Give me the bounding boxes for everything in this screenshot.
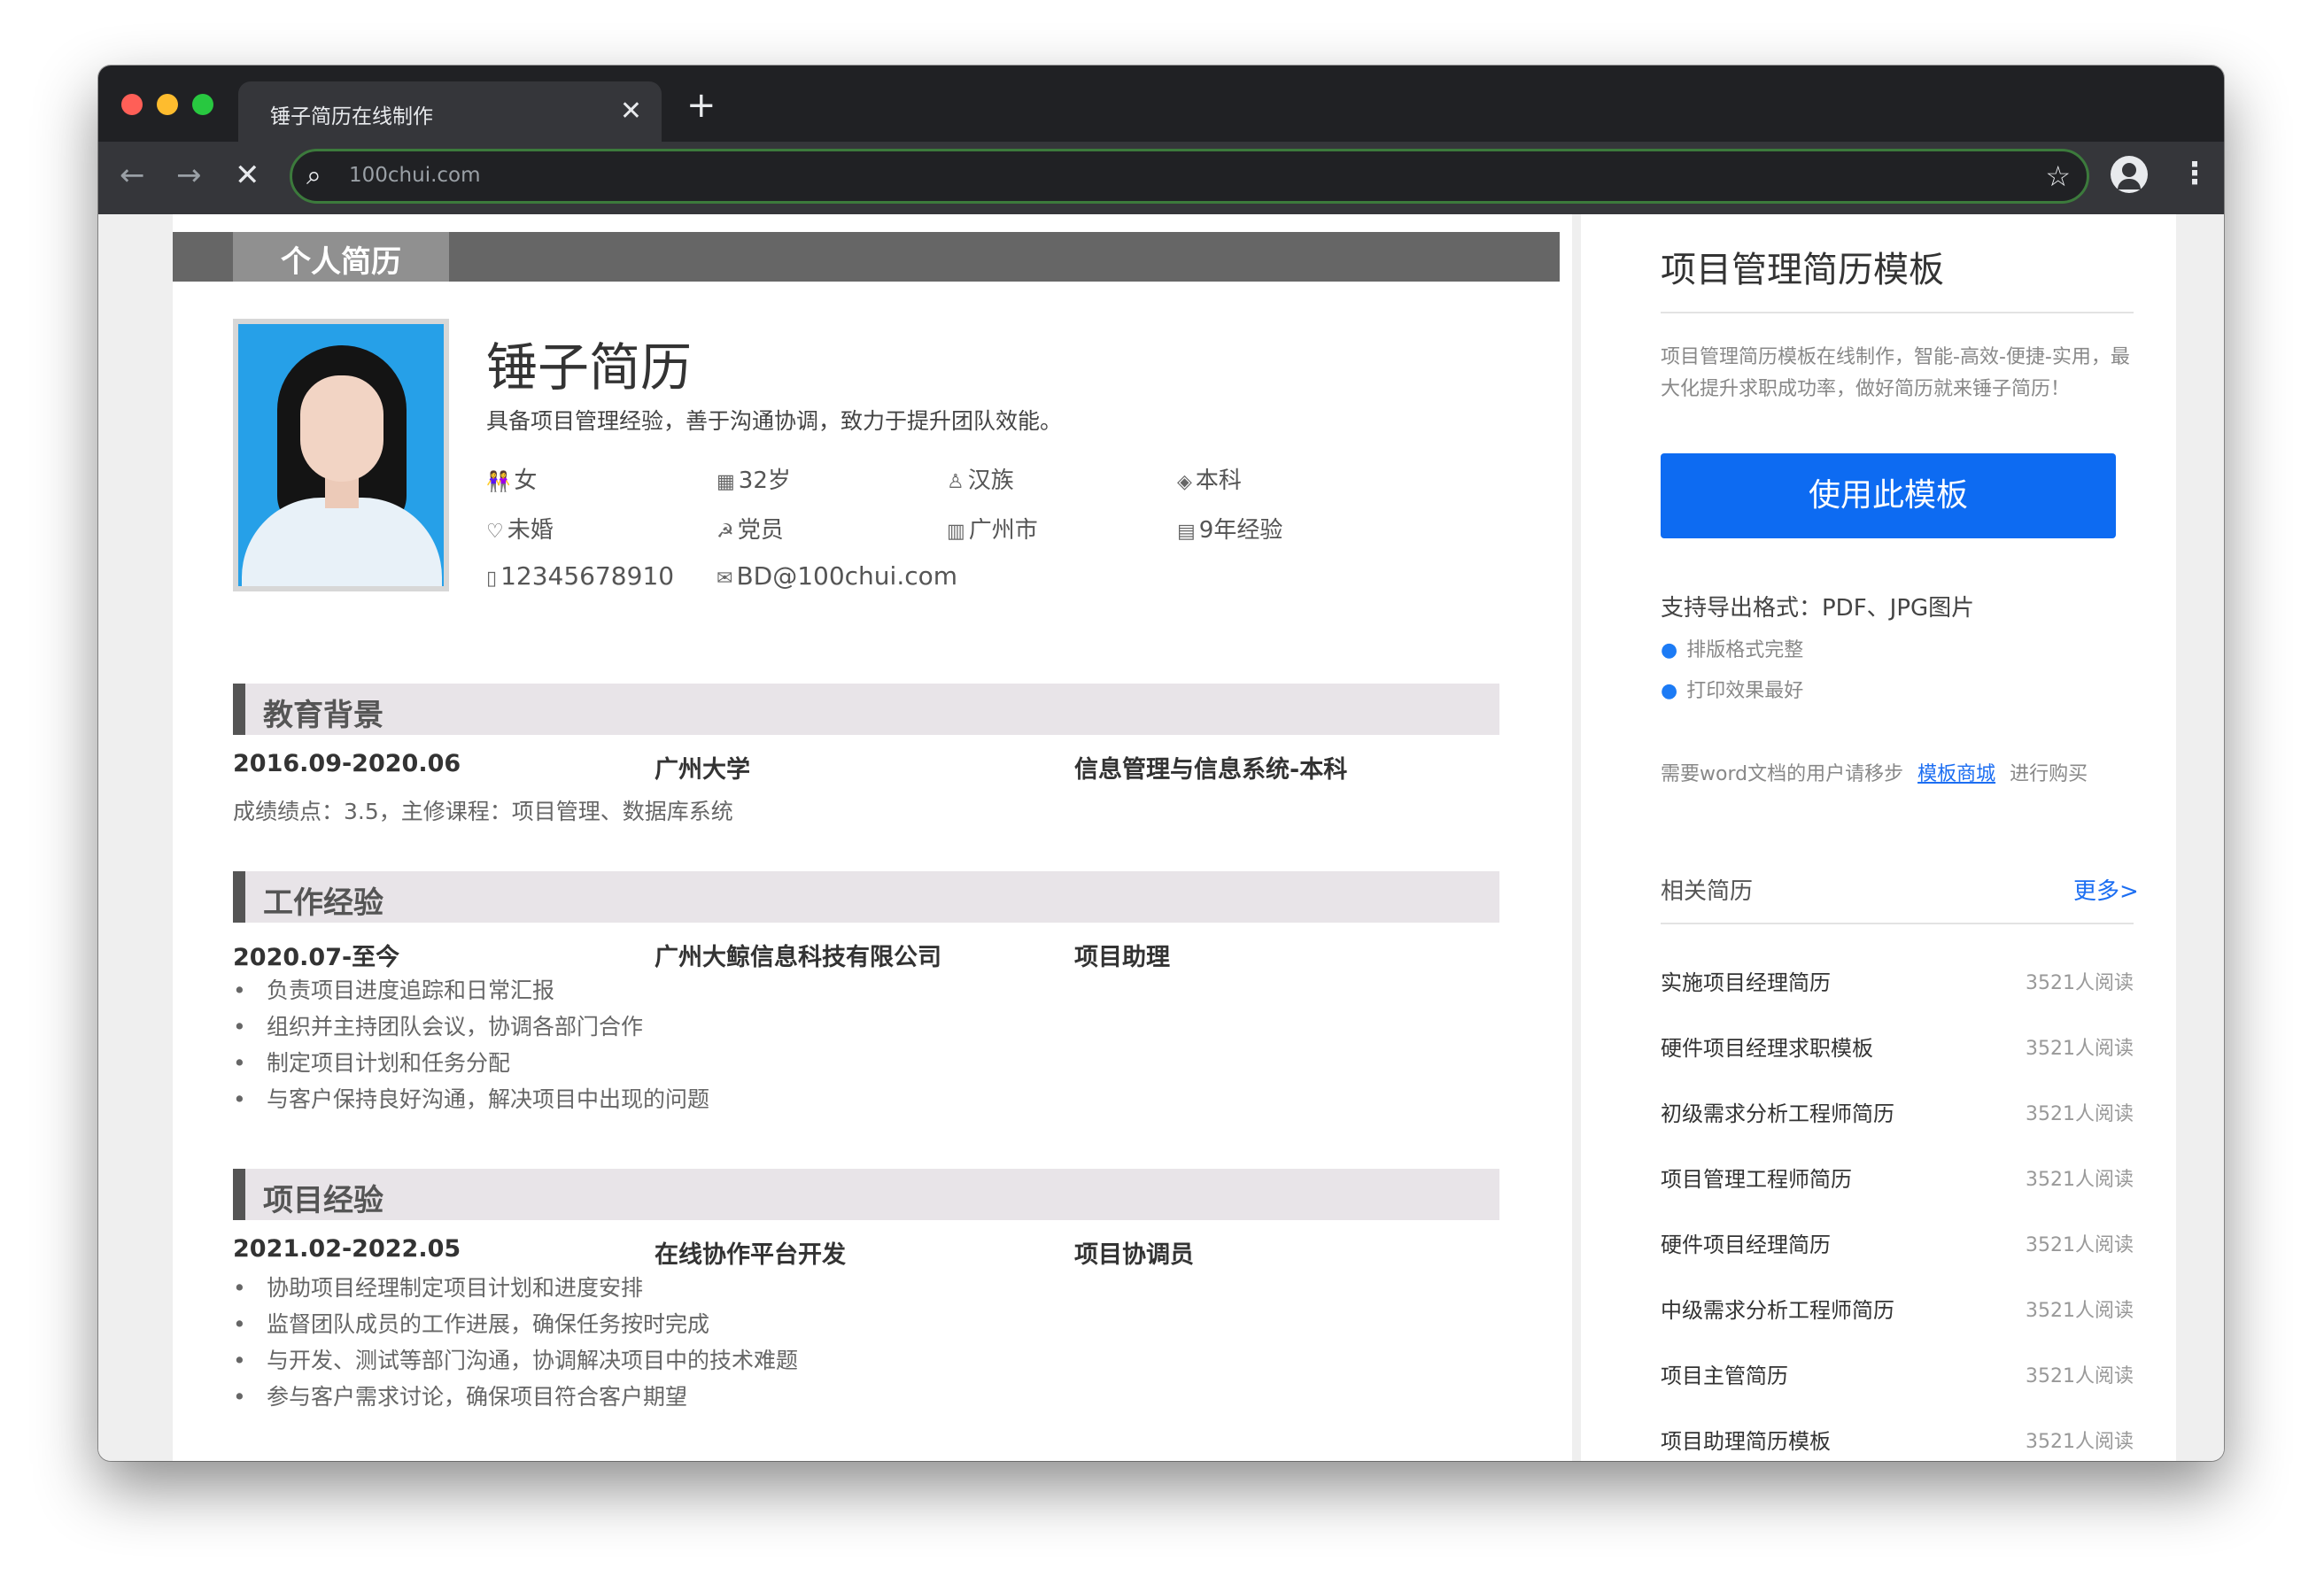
info-marital: ♡ 未婚 [486, 517, 554, 544]
education-major: 信息管理与信息系统-本科 [1074, 756, 1348, 784]
project-name: 在线协作平台开发 [655, 1241, 846, 1269]
list-item: 与开发、测试等部门沟通，协调解决项目中的技术难题 [233, 1342, 798, 1379]
info-experience: ▤ 9年经验 [1177, 517, 1283, 544]
list-item: 监督团队成员的工作进展，确保任务按时完成 [233, 1306, 798, 1342]
education-school: 广州大学 [655, 756, 750, 784]
project-section-header: 项目经验 [233, 1169, 1499, 1220]
search-icon: ⌕ [306, 160, 321, 191]
bullet-dot-icon: ● [1661, 639, 1678, 661]
mail-icon: ✉ [717, 568, 733, 590]
education-section-header: 教育背景 [233, 684, 1499, 735]
related-item[interactable]: 项目主管简历 3521人阅读 [1661, 1355, 2134, 1390]
tab-title: 锤子简历在线制作 [270, 105, 433, 128]
work-section-header: 工作经验 [233, 871, 1499, 923]
phone-icon: ▯ [486, 568, 498, 590]
template-store-link[interactable]: 模板商城 [1917, 763, 1995, 785]
divider [1661, 312, 2134, 313]
info-ethnicity: ♙ 汉族 [947, 468, 1014, 494]
stop-loading-icon[interactable]: ✕ [235, 156, 260, 195]
profile-avatar-icon[interactable] [2111, 156, 2148, 193]
info-city: ▥ 广州市 [947, 517, 1038, 544]
related-item[interactable]: 硬件项目经理求职模板 3521人阅读 [1661, 1027, 2134, 1063]
tab-bar: 锤子简历在线制作 ✕ + [98, 66, 2224, 142]
minimize-window-button[interactable] [157, 94, 178, 115]
education-detail: 成绩绩点：3.5，主修课程：项目管理、数据库系统 [233, 799, 733, 824]
related-item[interactable]: 项目管理工程师简历 3521人阅读 [1661, 1158, 2134, 1194]
work-company: 广州大鲸信息科技有限公司 [655, 944, 941, 971]
list-item: 组织并主持团队会议，协调各部门合作 [233, 1009, 709, 1045]
project-role: 项目协调员 [1074, 1241, 1194, 1269]
divider [1661, 923, 2134, 924]
browser-menu-icon[interactable]: ⋮ [2180, 154, 2210, 193]
work-bullets: 负责项目进度追踪和日常汇报 组织并主持团队会议，协调各部门合作 制定项目计划和任… [233, 972, 709, 1117]
info-phone: ▯ 12345678910 [486, 561, 675, 591]
project-title: 项目经验 [263, 1183, 383, 1218]
related-item[interactable]: 硬件项目经理简历 3521人阅读 [1661, 1224, 2134, 1259]
related-item[interactable]: 初级需求分析工程师简历 3521人阅读 [1661, 1093, 2134, 1128]
party-emblem-icon: ☭ [717, 521, 734, 543]
browser-window: 锤子简历在线制作 ✕ + ← → ✕ ⌕ 100chui.com ☆ ⋮ 个人简… [98, 66, 2224, 1461]
more-link[interactable]: 更多> [2073, 873, 2139, 906]
related-item[interactable]: 实施项目经理简历 3521人阅读 [1661, 962, 2134, 997]
list-item: 与客户保持良好沟通，解决项目中出现的问题 [233, 1081, 709, 1117]
document-icon: ▤ [1177, 521, 1196, 543]
project-bullets: 协助项目经理制定项目计划和进度安排 监督团队成员的工作进展，确保任务按时完成 与… [233, 1270, 798, 1415]
template-title: 项目管理简历模板 [1661, 250, 1944, 290]
info-degree: ◈ 本科 [1177, 468, 1242, 494]
word-note: 需要word文档的用户请移步 模板商城 进行购买 [1661, 763, 2088, 785]
use-template-button[interactable]: 使用此模板 [1661, 453, 2116, 538]
profile-photo [233, 319, 449, 591]
resume-paper: 个人简历 锤子简历 具备项目管理经验，善于沟通协调，致力于提升团队效能。 👭 女 … [173, 214, 1572, 1461]
export-formats: 支持导出格式：PDF、JPG图片 [1661, 595, 1975, 622]
browser-tab[interactable]: 锤子简历在线制作 ✕ [238, 81, 662, 142]
related-item[interactable]: 项目助理简历模板 3521人阅读 [1661, 1420, 2134, 1456]
info-email: ✉ BD@100chui.com [717, 561, 958, 591]
resume-header-tab: 个人简历 [233, 232, 449, 282]
list-item: 制定项目计划和任务分配 [233, 1045, 709, 1081]
education-title: 教育背景 [263, 698, 383, 733]
browser-toolbar: ← → ✕ ⌕ 100chui.com ☆ ⋮ [98, 142, 2224, 214]
template-description: 项目管理简历模板在线制作，智能-高效-便捷-实用，最大化提升求职成功率，做好简历… [1661, 346, 2130, 400]
feature-item: ● 打印效果最好 [1661, 680, 1804, 702]
info-gender: 👭 女 [486, 468, 538, 494]
maximize-window-button[interactable] [192, 94, 213, 115]
list-item: 协助项目经理制定项目计划和进度安排 [233, 1270, 798, 1306]
feature-item: ● 排版格式完整 [1661, 639, 1804, 661]
work-title: 工作经验 [263, 885, 383, 921]
graduation-cap-icon: ◈ [1177, 471, 1192, 493]
work-role: 项目助理 [1074, 944, 1170, 971]
url-text[interactable]: 100chui.com [349, 164, 481, 187]
related-item[interactable]: 中级需求分析工程师简历 3521人阅读 [1661, 1289, 2134, 1325]
address-bar[interactable]: ⌕ 100chui.com ☆ [290, 149, 2089, 204]
heart-icon: ♡ [486, 521, 504, 543]
resume-header-title: 个人简历 [281, 244, 401, 280]
education-period: 2016.09-2020.06 [233, 750, 461, 777]
bookmark-star-icon[interactable]: ☆ [2045, 158, 2071, 194]
info-politics: ☭ 党员 [717, 517, 784, 544]
building-icon: ▥ [947, 521, 965, 543]
work-period: 2020.07-至今 [233, 944, 400, 971]
page-viewport: 个人简历 锤子简历 具备项目管理经验，善于沟通协调，致力于提升团队效能。 👭 女 … [98, 214, 2224, 1461]
list-item: 参与客户需求讨论，确保项目符合客户期望 [233, 1379, 798, 1415]
close-window-button[interactable] [121, 94, 143, 115]
back-arrow-icon[interactable]: ← [120, 156, 145, 195]
related-title: 相关简历 [1661, 878, 1754, 905]
people-icon: ♙ [947, 471, 964, 493]
project-period: 2021.02-2022.05 [233, 1235, 461, 1263]
new-tab-button[interactable]: + [686, 85, 717, 126]
forward-arrow-icon[interactable]: → [176, 156, 202, 195]
gender-icon: 👭 [486, 471, 511, 493]
candidate-intro: 具备项目管理经验，善于沟通协调，致力于提升团队效能。 [486, 408, 1063, 434]
info-age: ▦ 32岁 [717, 468, 791, 494]
bullet-dot-icon: ● [1661, 680, 1678, 702]
list-item: 负责项目进度追踪和日常汇报 [233, 972, 709, 1009]
candidate-name: 锤子简历 [486, 337, 693, 398]
template-sidebar: 项目管理简历模板 项目管理简历模板在线制作，智能-高效-便捷-实用，最大化提升求… [1581, 214, 2176, 1461]
calendar-icon: ▦ [717, 471, 735, 493]
tab-close-icon[interactable]: ✕ [620, 94, 642, 129]
